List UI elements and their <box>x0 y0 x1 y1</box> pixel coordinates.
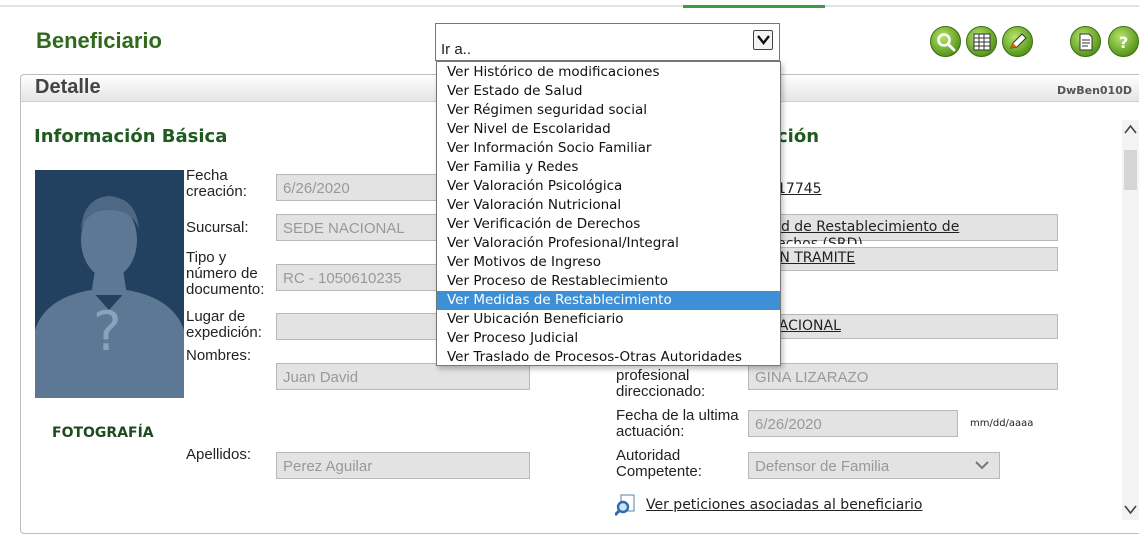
date-format-hint: mm/dd/aaaa <box>970 418 1034 429</box>
peticiones-icon <box>613 494 639 520</box>
dropdown-option[interactable]: Ver Motivos de Ingreso <box>437 253 780 272</box>
fecha-ultima-field[interactable]: 6/26/2020 <box>748 410 958 437</box>
dropdown-option[interactable]: Ver Valoración Nutricional <box>437 196 780 215</box>
sede-field[interactable]: E NACIONAL <box>748 314 1058 339</box>
top-accent-bar <box>683 5 825 8</box>
basic-info-title: Información Básica <box>34 126 228 147</box>
documento-label: Tipo y número de documento: <box>186 249 265 298</box>
panel-code: DwBen010D <box>1056 84 1132 97</box>
dropdown-option[interactable]: Ver Traslado de Procesos-Otras Autoridad… <box>437 348 780 367</box>
goto-dropdown-list[interactable]: Ver Histórico de modificaciones Ver Estad… <box>436 61 781 366</box>
fecha-creacion-label: Fecha creación: <box>186 167 247 200</box>
solicitud-line2: echos (SRD) <box>777 236 863 244</box>
nombres-label: Nombres: <box>186 347 252 364</box>
dropdown-option[interactable]: Ver Valoración Psicológica <box>437 177 780 196</box>
scrollbar-thumb[interactable] <box>1124 150 1137 190</box>
chevron-down-icon[interactable] <box>1124 505 1137 515</box>
goto-select[interactable]: Ir a.. <box>435 23 780 61</box>
lugar-expedicion-field[interactable] <box>276 313 446 340</box>
documento-field[interactable]: RC - 1050610235 <box>276 264 446 291</box>
apellidos-label: Apellidos: <box>186 446 252 463</box>
grid-icon[interactable] <box>966 26 997 57</box>
top-divider <box>0 5 1139 7</box>
chevron-down-icon <box>975 461 989 470</box>
profesional-label: profesional direccionado: <box>616 367 706 400</box>
right-section-title: ción <box>777 126 820 147</box>
lugar-expedicion-label: Lugar de expedición: <box>186 308 262 341</box>
estado-field[interactable]: O EN TRAMITE <box>748 247 1058 271</box>
scrollbar[interactable] <box>1122 120 1139 520</box>
profesional-field[interactable]: GINA LIZARAZO <box>748 363 1058 390</box>
fecha-ultima-label: Fecha de la ultima actuación: <box>616 407 739 440</box>
nombres-field[interactable]: Juan David <box>276 363 530 390</box>
autoridad-value: Defensor de Familia <box>755 458 890 475</box>
photo-label: FOTOGRAFÍA <box>52 425 154 441</box>
goto-select-value: Ir a.. <box>441 41 472 58</box>
beneficiary-photo: ? <box>35 170 184 398</box>
page-title: Beneficiario <box>36 28 162 53</box>
dropdown-option[interactable]: Ver Proceso de Restablecimiento <box>437 272 780 291</box>
dropdown-option[interactable]: Ver Verificación de Derechos <box>437 215 780 234</box>
sucursal-field[interactable]: SEDE NACIONAL <box>276 214 446 241</box>
sucursal-label: Sucursal: <box>186 219 249 236</box>
dropdown-option[interactable]: Ver Medidas de Restablecimiento <box>437 291 780 310</box>
edit-icon[interactable] <box>1002 26 1033 57</box>
svg-text:?: ? <box>1119 33 1128 52</box>
help-icon[interactable]: ? <box>1108 26 1139 57</box>
dropdown-option[interactable]: Ver Información Socio Familiar <box>437 139 780 158</box>
peticiones-link[interactable]: Ver peticiones asociadas al beneficiario <box>646 497 923 513</box>
autoridad-select[interactable]: Defensor de Familia <box>748 452 1000 479</box>
chevron-up-icon[interactable] <box>1124 124 1137 134</box>
autoridad-label: Autoridad Competente: <box>616 447 702 480</box>
dropdown-option[interactable]: Ver Valoración Profesional/Integral <box>437 234 780 253</box>
search-icon[interactable] <box>930 26 961 57</box>
apellidos-field[interactable]: Perez Aguilar <box>276 452 530 479</box>
fecha-creacion-field[interactable]: 6/26/2020 <box>276 174 446 201</box>
svg-text:?: ? <box>93 300 122 363</box>
panel-title: Detalle <box>35 76 101 98</box>
document-icon[interactable] <box>1070 26 1101 57</box>
dropdown-option[interactable]: Ver Nivel de Escolaridad <box>437 120 780 139</box>
dropdown-option[interactable]: Ver Histórico de modificaciones <box>437 63 780 82</box>
dropdown-option[interactable]: Ver Familia y Redes <box>437 158 780 177</box>
numero-link[interactable]: 17745 <box>777 181 822 197</box>
dropdown-option[interactable]: Ver Régimen seguridad social <box>437 101 780 120</box>
solicitud-line1: citud de Restablecimiento de <box>755 219 960 235</box>
chevron-down-icon[interactable] <box>753 30 773 50</box>
dropdown-option[interactable]: Ver Proceso Judicial <box>437 329 780 348</box>
dropdown-option[interactable]: Ver Estado de Salud <box>437 82 780 101</box>
dropdown-option[interactable]: Ver Ubicación Beneficiario <box>437 310 780 329</box>
